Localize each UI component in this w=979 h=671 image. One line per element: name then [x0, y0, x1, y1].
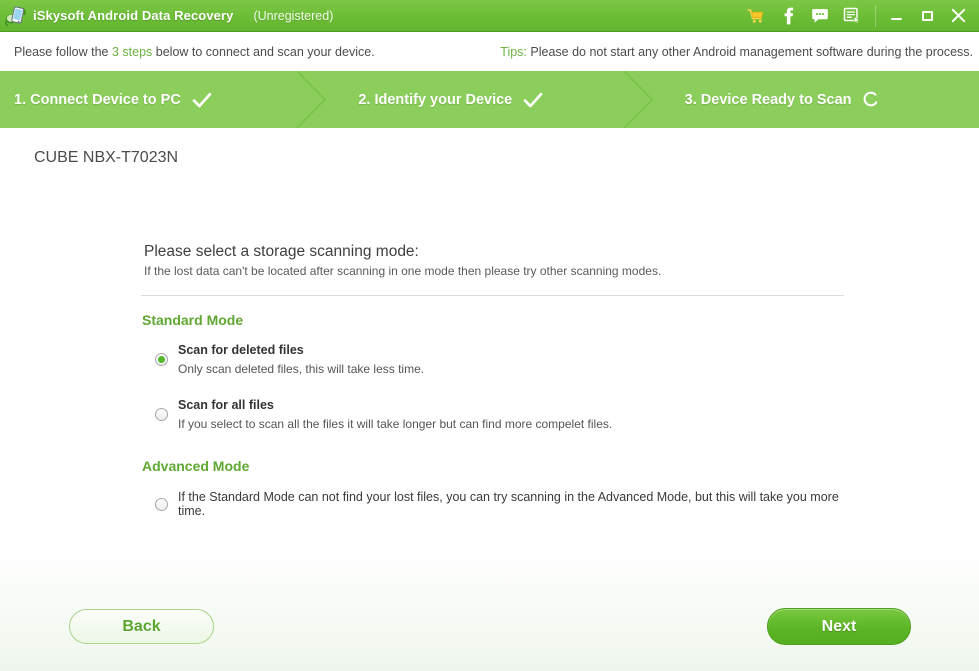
- radio-scan-deleted-files[interactable]: [155, 353, 168, 366]
- shopping-cart-icon[interactable]: [747, 7, 765, 25]
- back-button[interactable]: Back: [69, 609, 214, 644]
- window-controls: [886, 6, 968, 26]
- chat-bubble-icon[interactable]: [811, 7, 829, 25]
- option-text-group: Scan for deleted files Only scan deleted…: [178, 342, 424, 377]
- device-name: CUBE NBX-T7023N: [34, 149, 179, 166]
- titlebar-divider: [875, 4, 876, 27]
- maximize-button[interactable]: [917, 6, 937, 26]
- step-chevron-1: [297, 71, 327, 128]
- advanced-mode-heading: Advanced Mode: [142, 458, 250, 475]
- option-advanced-mode[interactable]: If the Standard Mode can not find your l…: [155, 490, 846, 518]
- step-2-label: 2. Identify your Device: [358, 91, 513, 108]
- check-icon: [192, 91, 212, 109]
- facebook-icon[interactable]: [779, 7, 797, 25]
- instruction-suffix: below to connect and scan your device.: [152, 44, 375, 59]
- feedback-icon[interactable]: [843, 7, 861, 25]
- minimize-button[interactable]: [886, 6, 906, 26]
- info-bar: Please follow the 3 steps below to conne…: [0, 32, 979, 71]
- option-scan-all-files[interactable]: Scan for all files If you select to scan…: [155, 397, 846, 432]
- footer-bar: Back Next: [0, 605, 979, 671]
- title-bar: iSkysoft Android Data Recovery (Unregist…: [0, 0, 979, 32]
- option-advanced-text: If the Standard Mode can not find your l…: [178, 490, 839, 519]
- app-logo-icon: [4, 4, 28, 28]
- step-1-connect-device: 1. Connect Device to PC: [0, 71, 327, 128]
- spinner-icon: [862, 91, 880, 109]
- panel-divider: [141, 295, 844, 296]
- option-scan-deleted-files[interactable]: Scan for deleted files Only scan deleted…: [155, 342, 846, 377]
- panel-subtitle: If the lost data can't be located after …: [144, 264, 662, 278]
- radio-advanced-mode[interactable]: [155, 497, 168, 511]
- minimize-glyph: [890, 18, 902, 20]
- step-3-device-ready-to-scan: 3. Device Ready to Scan: [653, 71, 979, 128]
- maximize-glyph: [921, 10, 933, 21]
- option-description: If you select to scan all the files it w…: [178, 416, 613, 431]
- app-title: iSkysoft Android Data Recovery: [33, 8, 234, 23]
- option-description: Only scan deleted files, this will take …: [178, 361, 425, 376]
- close-icon: [951, 8, 965, 23]
- registration-status: (Unregistered): [253, 8, 334, 23]
- step-2-identify-device: 2. Identify your Device: [326, 71, 653, 128]
- next-button[interactable]: Next: [767, 608, 911, 645]
- option-title: Scan for all files: [178, 398, 274, 413]
- instruction-highlight: 3 steps: [111, 44, 153, 59]
- panel-title: Please select a storage scanning mode:: [144, 243, 419, 260]
- scan-mode-panel: Please select a storage scanning mode: I…: [141, 243, 846, 518]
- step-3-label: 3. Device Ready to Scan: [684, 91, 852, 108]
- step-chevron-2: [623, 71, 653, 128]
- instruction-text: Please follow the 3 steps below to conne…: [14, 45, 375, 59]
- step-progress-bar: 1. Connect Device to PC 2. Identify your…: [0, 71, 979, 128]
- option-text-group: Scan for all files If you select to scan…: [178, 397, 612, 432]
- tips-body: Please do not start any other Android ma…: [526, 44, 973, 59]
- tips-label: Tips:: [500, 44, 527, 59]
- check-icon: [523, 91, 543, 109]
- radio-scan-all-files[interactable]: [155, 408, 168, 422]
- option-title: Scan for deleted files: [178, 343, 304, 357]
- standard-mode-heading: Standard Mode: [142, 312, 244, 328]
- tips-text: Tips: Please do not start any other Andr…: [500, 45, 973, 59]
- titlebar-icon-group: [747, 7, 861, 25]
- close-button[interactable]: [948, 6, 968, 26]
- step-1-label: 1. Connect Device to PC: [14, 91, 181, 108]
- instruction-prefix: Please follow the: [14, 44, 112, 59]
- app-window: iSkysoft Android Data Recovery (Unregist…: [0, 0, 979, 671]
